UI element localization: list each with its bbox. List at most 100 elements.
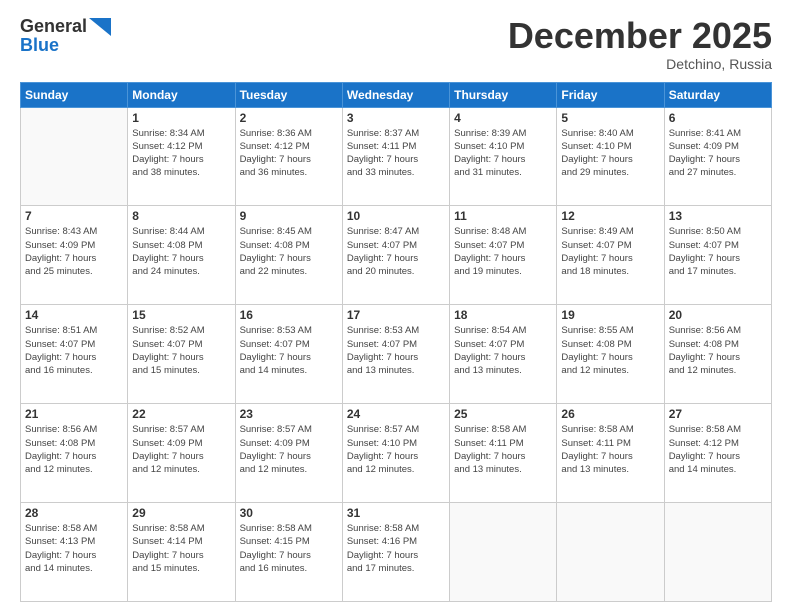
calendar-cell: 13 Sunrise: 8:50 AMSunset: 4:07 PMDayligh…: [664, 206, 771, 305]
day-number: 30: [240, 506, 338, 520]
day-number: 4: [454, 111, 552, 125]
day-info: Sunrise: 8:45 AMSunset: 4:08 PMDaylight:…: [240, 225, 338, 278]
calendar-cell: [664, 503, 771, 602]
weekday-header-wednesday: Wednesday: [342, 82, 449, 107]
day-number: 12: [561, 209, 659, 223]
day-info: Sunrise: 8:41 AMSunset: 4:09 PMDaylight:…: [669, 127, 767, 180]
day-number: 17: [347, 308, 445, 322]
calendar-cell: 21Sunrise: 8:56 AMSunset: 4:08 PMDayligh…: [21, 404, 128, 503]
calendar-cell: 14Sunrise: 8:51 AMSunset: 4:07 PMDayligh…: [21, 305, 128, 404]
calendar-cell: 16 Sunrise: 8:53 AMSunset: 4:07 PMDayligh…: [235, 305, 342, 404]
day-info: Sunrise: 8:37 AMSunset: 4:11 PMDaylight:…: [347, 127, 445, 180]
weekday-header-tuesday: Tuesday: [235, 82, 342, 107]
day-number: 26: [561, 407, 659, 421]
day-number: 1: [132, 111, 230, 125]
weekday-header-sunday: Sunday: [21, 82, 128, 107]
day-info: Sunrise: 8:58 AMSunset: 4:11 PMDaylight:…: [561, 423, 659, 476]
day-info: Sunrise: 8:55 AMSunset: 4:08 PMDaylight:…: [561, 324, 659, 377]
calendar-cell: 11 Sunrise: 8:48 AMSunset: 4:07 PMDayligh…: [450, 206, 557, 305]
weekday-header-monday: Monday: [128, 82, 235, 107]
calendar-cell: 23 Sunrise: 8:57 AMSunset: 4:09 PMDayligh…: [235, 404, 342, 503]
day-number: 13: [669, 209, 767, 223]
day-number: 23: [240, 407, 338, 421]
day-info: Sunrise: 8:58 AMSunset: 4:16 PMDaylight:…: [347, 522, 445, 575]
subtitle: Detchino, Russia: [508, 56, 772, 72]
week-row-1: 1 Sunrise: 8:34 AMSunset: 4:12 PMDaylight…: [21, 107, 772, 206]
calendar-cell: 8 Sunrise: 8:44 AMSunset: 4:08 PMDaylight…: [128, 206, 235, 305]
day-number: 7: [25, 209, 123, 223]
calendar-cell: 28 Sunrise: 8:58 AMSunset: 4:13 PMDayligh…: [21, 503, 128, 602]
day-number: 9: [240, 209, 338, 223]
day-number: 5: [561, 111, 659, 125]
week-row-3: 14Sunrise: 8:51 AMSunset: 4:07 PMDayligh…: [21, 305, 772, 404]
day-info: Sunrise: 8:52 AMSunset: 4:07 PMDaylight:…: [132, 324, 230, 377]
calendar-cell: 5 Sunrise: 8:40 AMSunset: 4:10 PMDaylight…: [557, 107, 664, 206]
week-row-5: 28 Sunrise: 8:58 AMSunset: 4:13 PMDayligh…: [21, 503, 772, 602]
day-info: Sunrise: 8:53 AMSunset: 4:07 PMDaylight:…: [347, 324, 445, 377]
calendar-cell: 15 Sunrise: 8:52 AMSunset: 4:07 PMDayligh…: [128, 305, 235, 404]
logo: General Blue: [20, 16, 111, 56]
day-number: 15: [132, 308, 230, 322]
day-info: Sunrise: 8:48 AMSunset: 4:07 PMDaylight:…: [454, 225, 552, 278]
calendar-cell: 24Sunrise: 8:57 AMSunset: 4:10 PMDayligh…: [342, 404, 449, 503]
header: General Blue December 2025 Detchino, Rus…: [20, 16, 772, 72]
weekday-header-thursday: Thursday: [450, 82, 557, 107]
day-info: Sunrise: 8:47 AMSunset: 4:07 PMDaylight:…: [347, 225, 445, 278]
day-info: Sunrise: 8:39 AMSunset: 4:10 PMDaylight:…: [454, 127, 552, 180]
day-info: Sunrise: 8:36 AMSunset: 4:12 PMDaylight:…: [240, 127, 338, 180]
calendar-cell: 1 Sunrise: 8:34 AMSunset: 4:12 PMDaylight…: [128, 107, 235, 206]
calendar-table: SundayMondayTuesdayWednesdayThursdayFrid…: [20, 82, 772, 602]
calendar-cell: 9 Sunrise: 8:45 AMSunset: 4:08 PMDaylight…: [235, 206, 342, 305]
day-info: Sunrise: 8:56 AMSunset: 4:08 PMDaylight:…: [25, 423, 123, 476]
day-number: 28: [25, 506, 123, 520]
calendar-cell: 4 Sunrise: 8:39 AMSunset: 4:10 PMDaylight…: [450, 107, 557, 206]
day-info: Sunrise: 8:58 AMSunset: 4:13 PMDaylight:…: [25, 522, 123, 575]
day-number: 25: [454, 407, 552, 421]
day-number: 27: [669, 407, 767, 421]
day-number: 22: [132, 407, 230, 421]
calendar-cell: 30 Sunrise: 8:58 AMSunset: 4:15 PMDayligh…: [235, 503, 342, 602]
calendar-cell: 26 Sunrise: 8:58 AMSunset: 4:11 PMDayligh…: [557, 404, 664, 503]
day-number: 20: [669, 308, 767, 322]
day-number: 18: [454, 308, 552, 322]
day-number: 19: [561, 308, 659, 322]
calendar-cell: 29 Sunrise: 8:58 AMSunset: 4:14 PMDayligh…: [128, 503, 235, 602]
week-row-4: 21Sunrise: 8:56 AMSunset: 4:08 PMDayligh…: [21, 404, 772, 503]
day-number: 16: [240, 308, 338, 322]
day-info: Sunrise: 8:58 AMSunset: 4:11 PMDaylight:…: [454, 423, 552, 476]
day-info: Sunrise: 8:56 AMSunset: 4:08 PMDaylight:…: [669, 324, 767, 377]
day-info: Sunrise: 8:44 AMSunset: 4:08 PMDaylight:…: [132, 225, 230, 278]
day-number: 8: [132, 209, 230, 223]
day-info: Sunrise: 8:58 AMSunset: 4:15 PMDaylight:…: [240, 522, 338, 575]
day-info: Sunrise: 8:57 AMSunset: 4:09 PMDaylight:…: [132, 423, 230, 476]
day-info: Sunrise: 8:49 AMSunset: 4:07 PMDaylight:…: [561, 225, 659, 278]
day-info: Sunrise: 8:40 AMSunset: 4:10 PMDaylight:…: [561, 127, 659, 180]
day-number: 6: [669, 111, 767, 125]
weekday-header-saturday: Saturday: [664, 82, 771, 107]
day-number: 29: [132, 506, 230, 520]
day-number: 11: [454, 209, 552, 223]
day-info: Sunrise: 8:57 AMSunset: 4:09 PMDaylight:…: [240, 423, 338, 476]
day-info: Sunrise: 8:53 AMSunset: 4:07 PMDaylight:…: [240, 324, 338, 377]
day-info: Sunrise: 8:58 AMSunset: 4:14 PMDaylight:…: [132, 522, 230, 575]
calendar-cell: 10Sunrise: 8:47 AMSunset: 4:07 PMDayligh…: [342, 206, 449, 305]
day-info: Sunrise: 8:51 AMSunset: 4:07 PMDaylight:…: [25, 324, 123, 377]
calendar-cell: 12 Sunrise: 8:49 AMSunset: 4:07 PMDayligh…: [557, 206, 664, 305]
day-info: Sunrise: 8:34 AMSunset: 4:12 PMDaylight:…: [132, 127, 230, 180]
calendar-cell: 19 Sunrise: 8:55 AMSunset: 4:08 PMDayligh…: [557, 305, 664, 404]
calendar-cell: 6 Sunrise: 8:41 AMSunset: 4:09 PMDaylight…: [664, 107, 771, 206]
calendar-cell: 7Sunrise: 8:43 AMSunset: 4:09 PMDaylight…: [21, 206, 128, 305]
day-number: 3: [347, 111, 445, 125]
calendar-cell: [450, 503, 557, 602]
month-title: December 2025: [508, 16, 772, 56]
day-info: Sunrise: 8:54 AMSunset: 4:07 PMDaylight:…: [454, 324, 552, 377]
calendar-cell: 3 Sunrise: 8:37 AMSunset: 4:11 PMDaylight…: [342, 107, 449, 206]
day-number: 2: [240, 111, 338, 125]
title-block: December 2025 Detchino, Russia: [508, 16, 772, 72]
day-number: 31: [347, 506, 445, 520]
calendar-cell: 18 Sunrise: 8:54 AMSunset: 4:07 PMDayligh…: [450, 305, 557, 404]
day-info: Sunrise: 8:50 AMSunset: 4:07 PMDaylight:…: [669, 225, 767, 278]
calendar-cell: 22 Sunrise: 8:57 AMSunset: 4:09 PMDayligh…: [128, 404, 235, 503]
calendar-cell: [21, 107, 128, 206]
week-row-2: 7Sunrise: 8:43 AMSunset: 4:09 PMDaylight…: [21, 206, 772, 305]
